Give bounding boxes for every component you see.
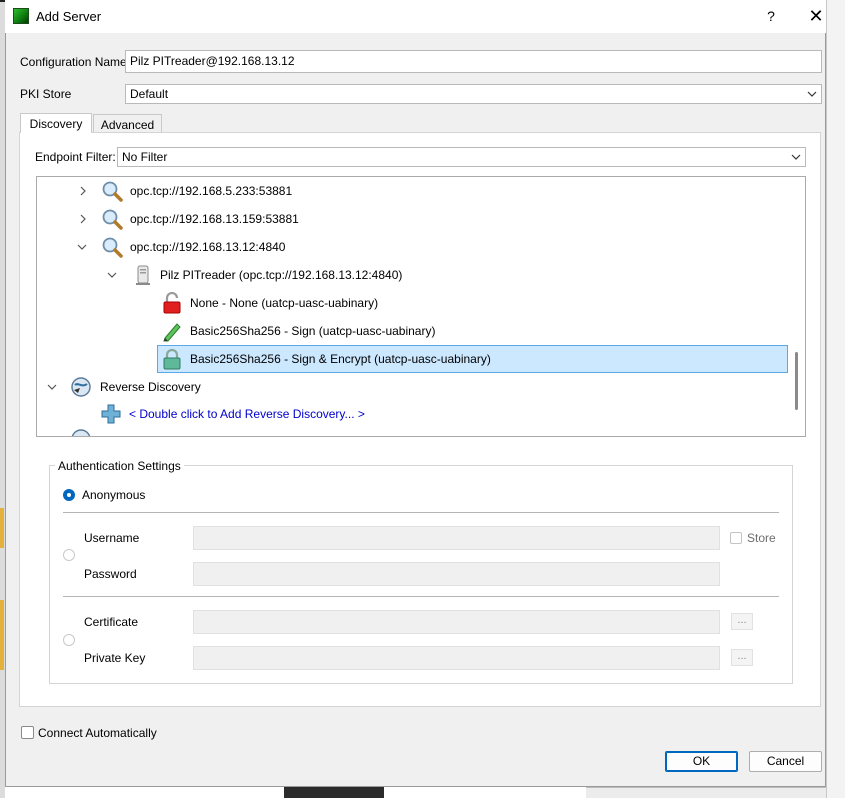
endpoint-filter-select[interactable]: No Filter	[117, 147, 806, 167]
tree-item[interactable]: opc.tcp://192.168.13.12:4840	[37, 234, 787, 260]
tree-item-label: opc.tcp://192.168.5.233:53881	[130, 184, 293, 198]
store-label: Store	[747, 531, 776, 545]
tree-item-selected[interactable]: Basic256Sha256 - Sign & Encrypt (uatcp-u…	[157, 345, 788, 373]
tab-advanced[interactable]: Advanced	[93, 114, 162, 133]
chevron-right-icon[interactable]	[77, 185, 89, 197]
config-name-input[interactable]: Pilz PITreader@192.168.13.12	[125, 50, 822, 73]
desktop-background-accent	[0, 600, 4, 670]
chevron-down-icon[interactable]	[106, 269, 118, 281]
certificate-label: Certificate	[84, 615, 139, 629]
tree-item-label: None - None (uatcp-uasc-uabinary)	[190, 296, 379, 310]
username-radio[interactable]	[63, 549, 75, 561]
pki-store-label: PKI Store	[20, 87, 72, 101]
chevron-down-icon	[807, 91, 817, 97]
connect-automatically-label[interactable]: Connect Automatically	[38, 726, 157, 740]
tree-item-label: Basic256Sha256 - Sign & Encrypt (uatcp-u…	[190, 352, 491, 366]
tree-item-label: Reverse Discovery	[100, 380, 201, 394]
tree-item[interactable]: Reverse Discovery	[37, 374, 787, 400]
tree-item[interactable]: opc.tcp://192.168.13.159:53881	[37, 206, 787, 232]
tree-item-label: < Double click to Add Reverse Discovery.…	[129, 407, 365, 421]
certificate-radio[interactable]	[63, 634, 75, 646]
endpoint-filter-label: Endpoint Filter:	[35, 150, 116, 164]
auth-group-title: Authentication Settings	[55, 459, 184, 473]
username-input[interactable]	[193, 526, 720, 550]
tab-joiner	[21, 131, 91, 134]
username-label: Username	[84, 531, 140, 545]
cancel-button[interactable]: Cancel	[749, 751, 822, 772]
anonymous-radio[interactable]	[63, 489, 75, 501]
tree-item[interactable]: Basic256Sha256 - Sign (uatcp-uasc-uabina…	[37, 318, 787, 344]
anonymous-label[interactable]: Anonymous	[82, 488, 145, 502]
ok-button[interactable]: OK	[665, 751, 738, 772]
separator	[63, 596, 779, 597]
tree-item-label: opc.tcp://192.168.13.159:53881	[130, 212, 299, 226]
title-bar[interactable]	[5, 0, 826, 33]
dialog-title: Add Server	[36, 9, 102, 24]
discovery-tree[interactable]: opc.tcp://192.168.5.233:53881 opc.tcp://…	[36, 176, 806, 437]
private-key-browse-button[interactable]: ...	[731, 649, 753, 666]
desktop-background-window	[586, 787, 826, 798]
globe-icon	[71, 429, 91, 436]
chevron-down-icon	[791, 154, 801, 160]
connect-automatically-checkbox[interactable]	[21, 726, 34, 739]
server-icon	[136, 265, 150, 285]
search-icon	[102, 237, 123, 258]
globe-icon	[71, 377, 91, 397]
separator	[63, 512, 779, 513]
password-label: Password	[84, 567, 137, 581]
pki-store-value: Default	[130, 87, 169, 101]
private-key-input[interactable]	[193, 646, 720, 670]
unlocked-icon	[163, 292, 181, 314]
chevron-right-icon[interactable]	[77, 213, 89, 225]
password-input[interactable]	[193, 562, 720, 586]
app-icon	[13, 8, 29, 24]
tree-item[interactable]: Pilz PITreader (opc.tcp://192.168.13.12:…	[37, 262, 787, 288]
chevron-down-icon[interactable]	[76, 241, 88, 253]
tree-item-label: Pilz PITreader (opc.tcp://192.168.13.12:…	[160, 268, 403, 282]
tree-item[interactable]: < Double click to Add Reverse Discovery.…	[37, 401, 787, 427]
tree-item[interactable]: None - None (uatcp-uasc-uabinary)	[37, 290, 787, 316]
close-button[interactable]: ✕	[806, 6, 826, 26]
desktop-background-right	[826, 0, 845, 798]
desktop-background-taskbar	[284, 787, 384, 798]
certificate-input[interactable]	[193, 610, 720, 634]
help-button[interactable]: ?	[762, 6, 780, 26]
store-checkbox[interactable]	[730, 532, 742, 544]
tree-item-label: opc.tcp://192.168.13.12:4840	[130, 240, 286, 254]
tree-item[interactable]: opc.tcp://192.168.5.233:53881	[37, 178, 787, 204]
pencil-icon	[163, 323, 181, 342]
add-icon	[101, 404, 121, 424]
tree-item-label: Basic256Sha256 - Sign (uatcp-uasc-uabina…	[190, 324, 436, 338]
private-key-label: Private Key	[84, 651, 146, 665]
certificate-browse-button[interactable]: ...	[731, 613, 753, 630]
chevron-down-icon[interactable]	[46, 381, 58, 393]
search-icon	[102, 181, 123, 202]
tree-scrollbar-thumb[interactable]	[795, 352, 798, 410]
locked-icon	[163, 348, 181, 370]
pki-store-select[interactable]: Default	[125, 84, 822, 104]
desktop-background-accent	[0, 508, 4, 548]
search-icon	[102, 209, 123, 230]
endpoint-filter-value: No Filter	[122, 150, 168, 164]
config-name-label: Configuration Name	[20, 55, 127, 69]
